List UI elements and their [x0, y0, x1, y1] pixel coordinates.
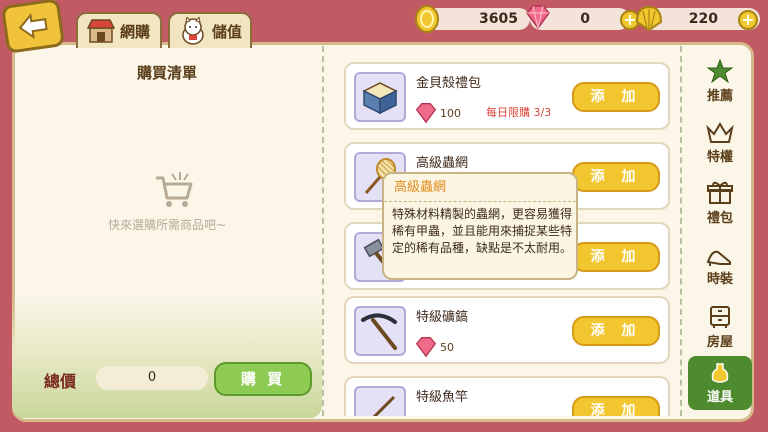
tooltip-title: 高級蟲網 [384, 174, 576, 202]
shop-stall-icon [86, 17, 116, 45]
crown-icon [706, 121, 734, 143]
category-privilege[interactable]: 特權 [688, 112, 752, 174]
add-button[interactable]: 添 加 [572, 82, 660, 112]
item-purchase-limit: 每日限購 3/3 [486, 106, 552, 119]
pink-gem-icon [526, 5, 550, 30]
add-button[interactable]: 添 加 [572, 316, 660, 346]
item-price: 100 [414, 102, 461, 124]
item-name: 高級蟲網 [416, 156, 469, 171]
cart-pane: 購買清單 快來選購所需商品吧~ 總價 0 購 買 [12, 46, 322, 418]
gem-balance: 0 [526, 5, 630, 30]
list-item[interactable]: 金貝殼禮包 100 每日限購 3/3 添 加 [344, 62, 670, 130]
item-price-value: 50 [440, 340, 454, 354]
total-price-label: 總價 [44, 372, 77, 391]
bottle-icon [711, 362, 729, 383]
category-gift-pack[interactable]: 禮包 [688, 172, 752, 234]
category-label: 房屋 [706, 334, 733, 350]
item-name: 金貝殼禮包 [416, 76, 482, 91]
category-housing[interactable]: 房屋 [688, 296, 752, 358]
category-sidebar: 推薦 特權 禮包 時裝 房屋 道具 [688, 46, 752, 416]
category-label: 推薦 [706, 88, 733, 104]
tab-online-shop[interactable]: 網購 [76, 12, 162, 48]
add-button[interactable]: 添 加 [572, 162, 660, 192]
category-label: 禮包 [706, 210, 733, 226]
tooltip-description: 特殊材料精製的蟲網，更容易獲得稀有甲蟲，並且能用來捕捉某些特定的稀有品種，缺點是… [392, 207, 573, 255]
gift-icon [707, 181, 733, 204]
gold-shell-icon [635, 5, 663, 32]
back-arrow-icon [18, 12, 48, 40]
add-button[interactable]: 添 加 [572, 396, 660, 416]
gift-box-icon [354, 72, 406, 122]
cart-title: 購買清單 [136, 64, 197, 82]
pink-gem-icon [415, 103, 437, 124]
empty-cart-icon [154, 172, 194, 214]
category-label: 特權 [706, 149, 733, 165]
shell-balance-value: 220 [688, 11, 718, 27]
gold-coin-icon [415, 5, 439, 33]
back-button[interactable] [0, 0, 66, 54]
coin-balance: 3605 [415, 5, 530, 33]
cabinet-icon [710, 305, 730, 328]
high-heel-icon [706, 250, 731, 266]
cart-empty-text: 快來選購所需商品吧~ [107, 218, 227, 232]
lucky-cat-icon [178, 17, 208, 45]
add-shells-button[interactable]: + [738, 10, 758, 30]
buy-button[interactable]: 購 買 [214, 362, 312, 396]
add-button[interactable]: 添 加 [572, 242, 660, 272]
tab-online-shop-label: 網購 [120, 22, 151, 41]
item-name: 特級礦鎬 [416, 310, 469, 325]
category-label: 時裝 [706, 271, 733, 287]
pink-gem-icon [415, 337, 437, 358]
coin-balance-value: 3605 [479, 11, 518, 27]
gem-balance-value: 0 [580, 11, 590, 27]
list-item[interactable]: 特級魚竿 添 加 [344, 376, 670, 416]
item-tooltip: 高級蟲網 特殊材料精製的蟲網，更容易獲得稀有甲蟲，並且能用來捕捉某些特定的稀有品… [382, 172, 578, 280]
list-item[interactable]: 特級礦鎬 50 添 加 [344, 296, 670, 364]
item-price: 50 [414, 336, 454, 358]
tab-top-up[interactable]: 儲值 [168, 12, 252, 48]
category-fashion[interactable]: 時裝 [688, 234, 752, 296]
total-price-value: 0 [96, 366, 208, 390]
item-price-value: 100 [440, 106, 461, 120]
pickaxe-icon [354, 306, 406, 356]
item-name: 特級魚竿 [416, 390, 469, 405]
category-label: 道具 [706, 389, 733, 405]
tab-top-up-label: 儲值 [212, 22, 243, 41]
grass-decoration [12, 298, 322, 418]
star-icon [707, 58, 733, 83]
category-recommended[interactable]: 推薦 [688, 50, 752, 112]
category-items[interactable]: 道具 [688, 356, 752, 410]
fishing-rod-icon [354, 386, 406, 416]
